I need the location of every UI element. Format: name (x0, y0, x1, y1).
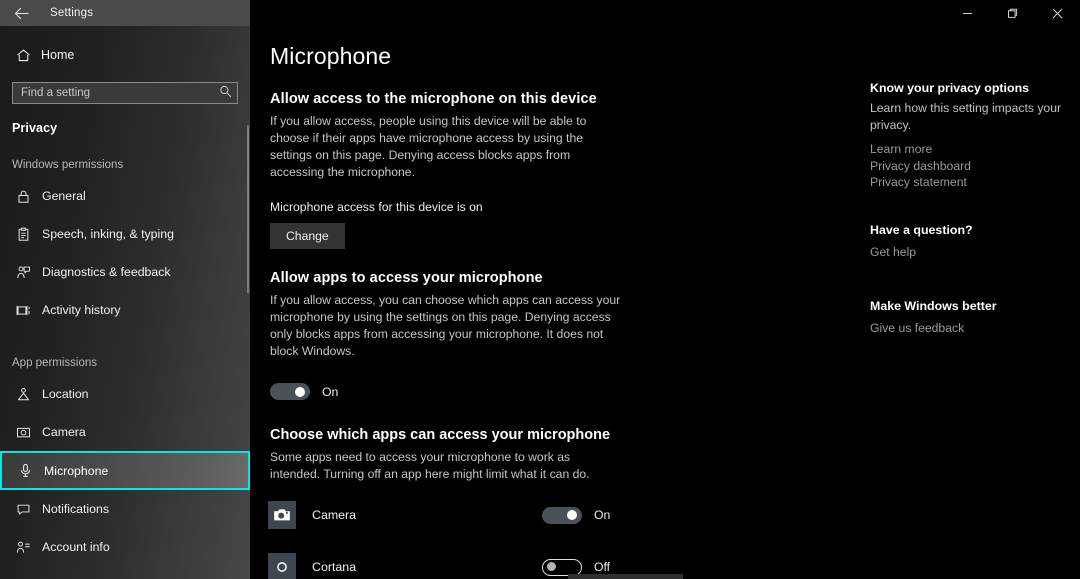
app-toggle-wrapper-cortana: Off (542, 558, 624, 576)
sidebar-item-label: Diagnostics & feedback (42, 265, 171, 279)
sidebar-item-label: Notifications (42, 502, 109, 516)
sidebar-scrollbar[interactable] (247, 125, 249, 293)
sidebar-item-account-info[interactable]: Account info (0, 528, 250, 566)
sidebar-item-diagnostics-feedback[interactable]: Diagnostics & feedback (0, 253, 250, 291)
sidebar-item-label: Speech, inking, & typing (42, 227, 174, 241)
apps-access-toggle[interactable] (270, 383, 310, 400)
camera-icon (10, 425, 36, 440)
apps-access-toggle-state: On (322, 384, 339, 399)
activity-history-icon (10, 303, 36, 318)
clipboard-icon (10, 227, 36, 242)
change-button[interactable]: Change (270, 223, 345, 249)
sidebar-item-label: Account info (42, 540, 110, 554)
link-privacy-statement[interactable]: Privacy statement (870, 174, 1066, 191)
app-name: Camera (312, 508, 357, 522)
settings-window: Settings Home Find a setting Privacy Win… (0, 0, 1080, 579)
link-get-help[interactable]: Get help (870, 244, 973, 261)
sidebar-item-speech-inking-typing[interactable]: Speech, inking, & typing (0, 215, 250, 253)
restore-button[interactable] (990, 0, 1035, 26)
close-button[interactable] (1035, 0, 1080, 26)
choose-apps-heading: Choose which apps can access your microp… (270, 427, 611, 443)
sidebar: Home Privacy Windows permissions General (0, 26, 250, 579)
rail-heading: Make Windows better (870, 299, 997, 313)
sidebar-group-windows-permissions: Windows permissions (12, 159, 124, 171)
app-name: Cortana (312, 560, 357, 574)
link-learn-more[interactable]: Learn more (870, 141, 1066, 158)
home-icon (10, 48, 36, 63)
right-rail: Know your privacy options Learn how this… (870, 26, 1080, 579)
app-list-item-camera: Camera On (268, 495, 870, 535)
sidebar-item-location[interactable]: Location (0, 375, 250, 413)
choose-apps-description: Some apps need to access your microphone… (270, 450, 590, 481)
search-input[interactable] (12, 82, 238, 104)
home-label: Home (41, 48, 75, 62)
title-bar-left: Settings (0, 0, 250, 26)
microphone-icon (12, 463, 38, 478)
notification-icon (10, 502, 36, 517)
sidebar-item-label: General (42, 189, 86, 203)
rail-heading: Have a question? (870, 223, 973, 237)
app-toggle-state-camera: On (594, 508, 611, 522)
main-content: Microphone Allow access to the microphon… (250, 26, 870, 579)
sidebar-item-general[interactable]: General (0, 177, 250, 215)
app-toggle-cortana[interactable] (542, 558, 582, 576)
sidebar-item-label: Camera (42, 425, 86, 439)
location-pin-icon (10, 387, 36, 402)
sidebar-item-camera[interactable]: Camera (0, 413, 250, 451)
horizontal-scrollbar[interactable] (568, 574, 683, 579)
apps-access-heading: Allow apps to access your microphone (270, 270, 543, 286)
feedback-person-icon (10, 265, 36, 280)
sidebar-item-activity-history[interactable]: Activity history (0, 291, 250, 329)
camera-app-icon (268, 501, 296, 529)
page-title: Microphone (270, 43, 392, 69)
sidebar-group-app-permissions: App permissions (12, 357, 98, 369)
sidebar-item-label: Activity history (42, 303, 121, 317)
account-info-icon (10, 540, 36, 555)
lock-icon (10, 189, 36, 204)
sidebar-item-label: Location (42, 387, 89, 401)
sidebar-item-label: Microphone (44, 463, 109, 478)
search-field-wrapper (12, 82, 238, 104)
minimize-button[interactable] (945, 0, 990, 26)
sidebar-item-notifications[interactable]: Notifications (0, 490, 250, 528)
rail-heading: Know your privacy options (870, 81, 1030, 95)
rail-block-have-a-question: Have a question? Get help (870, 223, 973, 261)
rail-block-privacy-options: Know your privacy options Learn how this… (870, 81, 1066, 191)
sidebar-item-microphone[interactable]: Microphone (0, 451, 250, 490)
title-bar: Settings (0, 0, 1080, 26)
rail-block-make-windows-better: Make Windows better Give us feedback (870, 299, 997, 337)
app-toggle-state-cortana: Off (594, 560, 611, 574)
window-controls (945, 0, 1080, 26)
window-title: Settings (50, 7, 94, 19)
sidebar-category-title: Privacy (12, 121, 58, 135)
link-privacy-dashboard[interactable]: Privacy dashboard (870, 158, 1066, 175)
device-access-status: Microphone access for this device is on (270, 200, 483, 214)
cortana-ring-icon (268, 553, 296, 579)
apps-access-description: If you allow access, you can choose whic… (270, 293, 621, 358)
app-toggle-camera[interactable] (542, 506, 582, 524)
apps-access-toggle-row: On (270, 383, 870, 400)
app-toggle-wrapper-camera: On (542, 506, 624, 524)
device-access-heading: Allow access to the microphone on this d… (270, 91, 597, 107)
rail-body: Learn how this setting impacts your priv… (870, 101, 1062, 132)
link-give-us-feedback[interactable]: Give us feedback (870, 320, 997, 337)
back-arrow-icon[interactable] (0, 0, 42, 26)
sidebar-item-home[interactable]: Home (0, 39, 250, 71)
device-access-description: If you allow access, people using this d… (270, 114, 587, 179)
